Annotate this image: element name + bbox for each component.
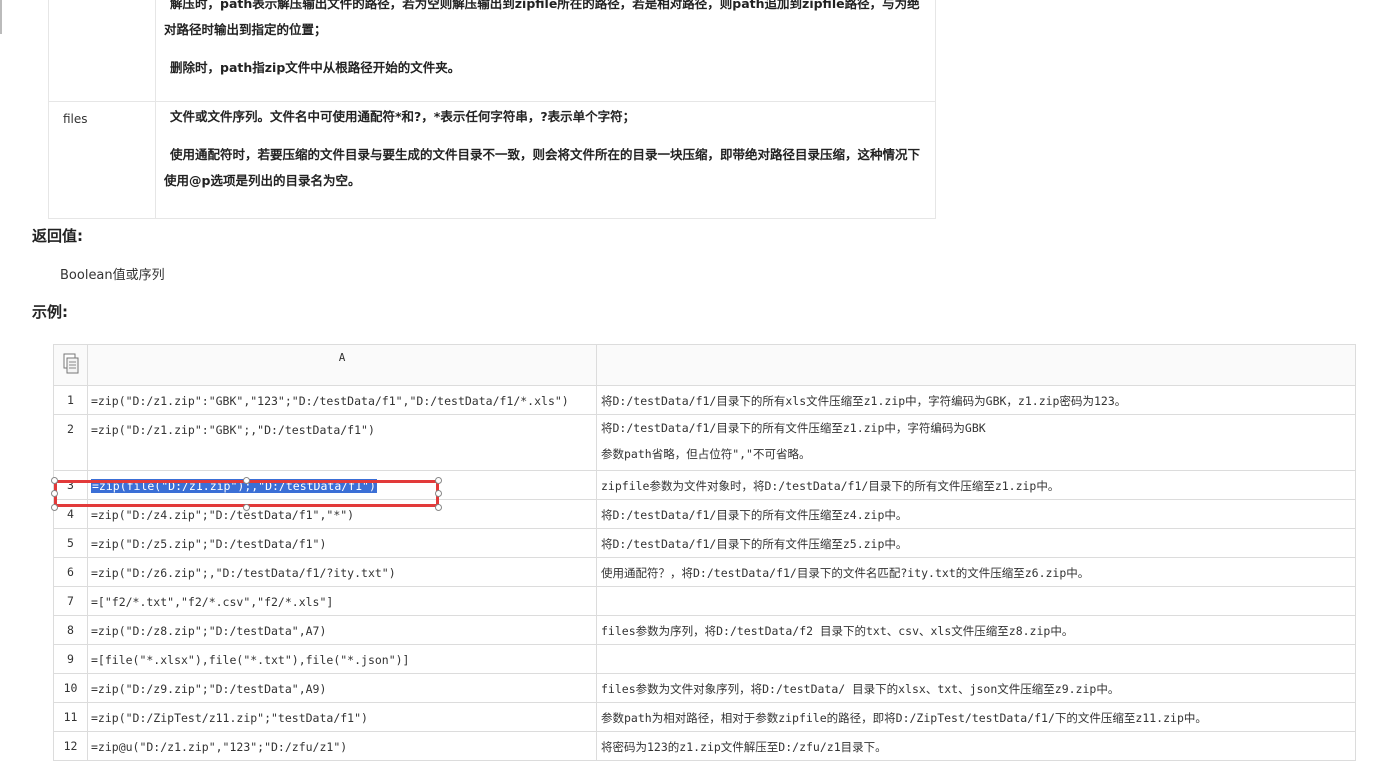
row-number[interactable]: 6 [53, 557, 88, 587]
cell-b[interactable]: 参数path为相对路径，相对于参数zipfile的路径，即将D:/ZipTest… [596, 702, 1356, 732]
row-number[interactable]: 8 [53, 615, 88, 645]
cell-b[interactable] [596, 586, 1356, 616]
cell-a[interactable]: =zip("D:/z6.zip";,"D:/testData/f1/?ity.t… [87, 557, 597, 587]
table-row: 6 =zip("D:/z6.zip";,"D:/testData/f1/?ity.… [53, 557, 1356, 587]
param-row: 解压时，path表示解压输出文件的路径，若为空则解压输出到zipfile所在的路… [48, 0, 936, 102]
row-number[interactable]: 12 [53, 731, 88, 761]
cell-b[interactable]: 将D:/testData/f1/目录下的所有文件压缩至z5.zip中。 [596, 528, 1356, 558]
table-row: 2 =zip("D:/z1.zip":"GBK";,"D:/testData/f1… [53, 414, 1356, 471]
cell-b[interactable]: files参数为文件对象序列，将D:/testData/ 目录下的xlsx、tx… [596, 673, 1356, 703]
return-value-text: Boolean值或序列 [60, 268, 165, 283]
parameter-table: 解压时，path表示解压输出文件的路径，若为空则解压输出到zipfile所在的路… [48, 0, 936, 219]
row-number[interactable]: 2 [53, 414, 88, 471]
param-name: files [48, 101, 156, 219]
cell-b[interactable] [596, 644, 1356, 674]
cell-b[interactable]: 将D:/testData/f1/目录下的所有xls文件压缩至z1.zip中，字符… [596, 385, 1356, 415]
row-number[interactable]: 5 [53, 528, 88, 558]
table-row: 9 =[file("*.xlsx"),file("*.txt"),file("*.… [53, 644, 1356, 674]
row-number[interactable]: 1 [53, 385, 88, 415]
cell-b-line: 参数path省略，但占位符","不可省略。 [601, 447, 811, 461]
resize-handle[interactable] [435, 504, 442, 511]
resize-handle[interactable] [243, 477, 250, 484]
resize-handle[interactable] [435, 477, 442, 484]
param-desc-line: 解压时，path表示解压输出文件的路径，若为空则解压输出到zipfile所在的路… [164, 0, 920, 37]
cell-a[interactable]: =[file("*.xlsx"),file("*.txt"),file("*.j… [87, 644, 597, 674]
resize-handle[interactable] [51, 490, 58, 497]
param-description: 文件或文件序列。文件名中可使用通配符*和?，*表示任何字符串，?表示单个字符； … [155, 101, 936, 219]
cell-a[interactable]: =zip("D:/z1.zip":"GBK","123";"D:/testDat… [87, 385, 597, 415]
resize-handle[interactable] [435, 490, 442, 497]
resize-handle[interactable] [51, 477, 58, 484]
row-number[interactable]: 9 [53, 644, 88, 674]
cell-b[interactable]: zipfile参数为文件对象时，将D:/testData/f1/目录下的所有文件… [596, 470, 1356, 500]
cell-b[interactable]: files参数为序列，将D:/testData/f2 目录下的txt、csv、x… [596, 615, 1356, 645]
table-row: 5 =zip("D:/z5.zip";"D:/testData/f1") 将D:/t… [53, 528, 1356, 558]
example-title: 示例: [32, 303, 68, 321]
row-number[interactable]: 7 [53, 586, 88, 616]
table-row: 8 =zip("D:/z8.zip";"D:/testData",A7) files… [53, 615, 1356, 645]
cell-a[interactable]: =zip("D:/ZipTest/z11.zip";"testData/f1") [87, 702, 597, 732]
left-edge-marker [0, 0, 2, 34]
cell-b[interactable]: 将D:/testData/f1/目录下的所有文件压缩至z4.zip中。 [596, 499, 1356, 529]
table-row: 12 =zip@u("D:/z1.zip","123";"D:/zfu/z1") 将… [53, 731, 1356, 761]
cell-a[interactable]: =zip("D:/z8.zip";"D:/testData",A7) [87, 615, 597, 645]
table-row: 1 =zip("D:/z1.zip":"GBK","123";"D:/testDa… [53, 385, 1356, 415]
cell-b[interactable]: 将密码为123的z1.zip文件解压至D:/zfu/z1目录下。 [596, 731, 1356, 761]
resize-handle[interactable] [51, 504, 58, 511]
param-name [48, 0, 156, 102]
column-header-a[interactable]: A [87, 344, 597, 386]
cell-a[interactable]: =zip("D:/z1.zip":"GBK";,"D:/testData/f1"… [87, 414, 597, 471]
grid-corner-cell[interactable] [53, 344, 88, 386]
cell-a[interactable]: =zip@u("D:/z1.zip","123";"D:/zfu/z1") [87, 731, 597, 761]
cell-b[interactable]: 使用通配符？，将D:/testData/f1/目录下的文件名匹配?ity.txt… [596, 557, 1356, 587]
return-title: 返回值: [32, 227, 83, 245]
spreadsheet-grid: A 1 =zip("D:/z1.zip":"GBK","123";"D:/test… [53, 344, 1356, 761]
param-desc-line: 使用通配符时，若要压缩的文件目录与要生成的文件目录不一致，则会将文件所在的目录一… [164, 147, 921, 188]
param-desc-line: 删除时，path指zip文件中从根路径开始的文件夹。 [170, 60, 461, 75]
cell-b-line: 将D:/testData/f1/目录下的所有文件压缩至z1.zip中，字符编码为… [601, 421, 986, 435]
resize-handle[interactable] [243, 504, 250, 511]
document-icon [63, 353, 78, 373]
cell-a[interactable]: =zip("D:/z9.zip";"D:/testData",A9) [87, 673, 597, 703]
cell-b[interactable]: 将D:/testData/f1/目录下的所有文件压缩至z1.zip中，字符编码为… [596, 414, 1356, 471]
table-row: 7 =["f2/*.txt","f2/*.csv","f2/*.xls"] [53, 586, 1356, 616]
row-number[interactable]: 10 [53, 673, 88, 703]
grid-header-row: A [53, 344, 1356, 386]
row-number[interactable]: 11 [53, 702, 88, 732]
table-row: 11 =zip("D:/ZipTest/z11.zip";"testData/f1… [53, 702, 1356, 732]
param-desc-line: 文件或文件序列。文件名中可使用通配符*和?，*表示任何字符串，?表示单个字符； [170, 109, 636, 124]
cell-a[interactable]: =zip("D:/z5.zip";"D:/testData/f1") [87, 528, 597, 558]
param-description: 解压时，path表示解压输出文件的路径，若为空则解压输出到zipfile所在的路… [155, 0, 936, 102]
param-row: files 文件或文件序列。文件名中可使用通配符*和?，*表示任何字符串，?表示… [48, 101, 936, 219]
cell-a[interactable]: =["f2/*.txt","f2/*.csv","f2/*.xls"] [87, 586, 597, 616]
table-row: 10 =zip("D:/z9.zip";"D:/testData",A9) file… [53, 673, 1356, 703]
column-header-b[interactable] [596, 344, 1356, 386]
cell-selection-box [54, 480, 439, 507]
